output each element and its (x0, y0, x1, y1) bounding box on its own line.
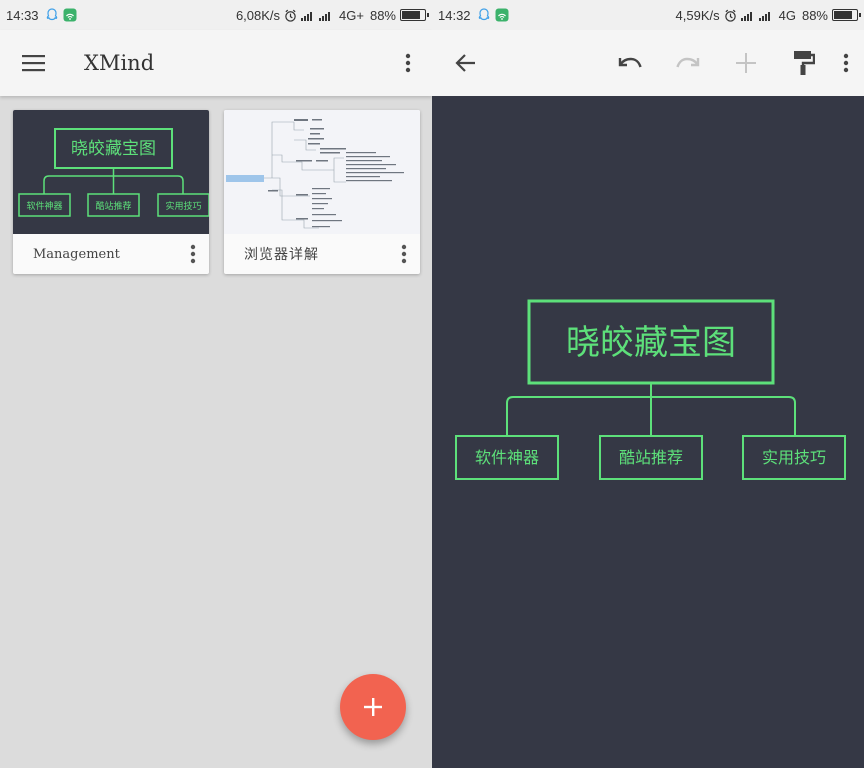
battery-icon (832, 9, 861, 21)
map-card-browser[interactable]: 浏览器详解 (224, 110, 420, 274)
status-network: 4G (778, 7, 796, 23)
status-battery-text: 88% (801, 7, 828, 23)
format-paint-icon (794, 51, 815, 75)
add-icon (364, 698, 382, 716)
alarm-icon (724, 9, 736, 22)
card-menu-button[interactable] (177, 234, 209, 274)
signal-icon (319, 11, 331, 21)
wifi-app-icon (495, 8, 509, 22)
subtopic-label: 实用技巧 (762, 448, 826, 467)
app-title: XMind (84, 51, 155, 75)
app-bar: XMind (0, 30, 432, 96)
more-vert-icon (405, 53, 411, 73)
status-time: 14:33 (6, 7, 39, 23)
subtopic-software[interactable]: 软件神器 (455, 435, 559, 480)
menu-icon (22, 55, 45, 72)
overflow-menu-button[interactable] (828, 39, 864, 87)
add-topic-button[interactable] (722, 39, 770, 87)
more-vert-icon (190, 244, 196, 264)
qq-icon (478, 8, 489, 21)
subtopic-label: 酷站推荐 (619, 448, 683, 467)
redo-icon (676, 57, 700, 68)
back-button[interactable] (442, 39, 490, 87)
status-speed: 4,59K/s (675, 7, 720, 23)
card-title: 浏览器详解 (244, 247, 319, 263)
card-map-child: 酷站推荐 (95, 200, 131, 212)
alarm-icon (285, 9, 296, 22)
wifi-app-icon (63, 8, 77, 22)
status-speed: 6,08K/s (235, 7, 281, 23)
right-panel: 14:32 4,59K/s 4G 88% 晓皎藏宝图 软件神器 酷站推荐 实用技… (432, 0, 864, 768)
subtopic-tips[interactable]: 实用技巧 (742, 435, 846, 480)
subtopic-sites[interactable]: 酷站推荐 (599, 435, 703, 480)
subtopic-label: 软件神器 (475, 448, 539, 467)
map-card-management[interactable]: 晓皎藏宝图 软件神器 酷站推荐 实用技巧 Management (13, 110, 209, 274)
signal-icon (740, 11, 752, 21)
status-time: 14:32 (438, 7, 471, 23)
signal-icon (301, 11, 313, 21)
menu-button[interactable] (10, 39, 58, 87)
card-map-root: 晓皎藏宝图 (71, 139, 156, 159)
status-battery-text: 88% (369, 7, 396, 23)
status-bar: 14:32 4,59K/s 4G 88% (432, 0, 864, 30)
card-footer: Management (13, 234, 209, 274)
card-footer: 浏览器详解 (224, 234, 420, 274)
qq-icon (46, 8, 57, 21)
central-topic-label: 晓皎藏宝图 (566, 323, 736, 363)
add-icon (736, 53, 756, 73)
back-arrow-icon (455, 54, 475, 72)
new-map-fab[interactable] (340, 674, 406, 740)
format-button[interactable] (780, 39, 828, 87)
card-map-child: 实用技巧 (165, 200, 201, 212)
undo-button[interactable] (606, 39, 654, 87)
more-vert-icon (843, 53, 849, 73)
overflow-menu-button[interactable] (384, 39, 432, 87)
battery-icon (400, 9, 429, 21)
signal-icon (758, 11, 770, 21)
card-map-child: 软件神器 (26, 200, 62, 212)
connector-lines (506, 383, 796, 436)
status-bar: 14:33 6,08K/s 4G+ 88% (0, 0, 432, 30)
redo-button[interactable] (664, 39, 712, 87)
card-thumbnail (224, 110, 420, 234)
more-vert-icon (401, 244, 407, 264)
central-topic[interactable]: 晓皎藏宝图 (527, 299, 775, 385)
card-title: Management (33, 246, 120, 262)
editor-toolbar (432, 30, 864, 96)
undo-icon (618, 57, 642, 68)
left-panel: 14:33 6,08K/s 4G+ 88% XMind 晓皎藏宝图 软件神器 酷… (0, 0, 432, 768)
status-network: 4G+ (339, 7, 364, 23)
card-thumbnail: 晓皎藏宝图 软件神器 酷站推荐 实用技巧 (13, 110, 209, 234)
mind-map-canvas[interactable]: 晓皎藏宝图 软件神器 酷站推荐 实用技巧 (432, 96, 864, 768)
card-menu-button[interactable] (388, 234, 420, 274)
